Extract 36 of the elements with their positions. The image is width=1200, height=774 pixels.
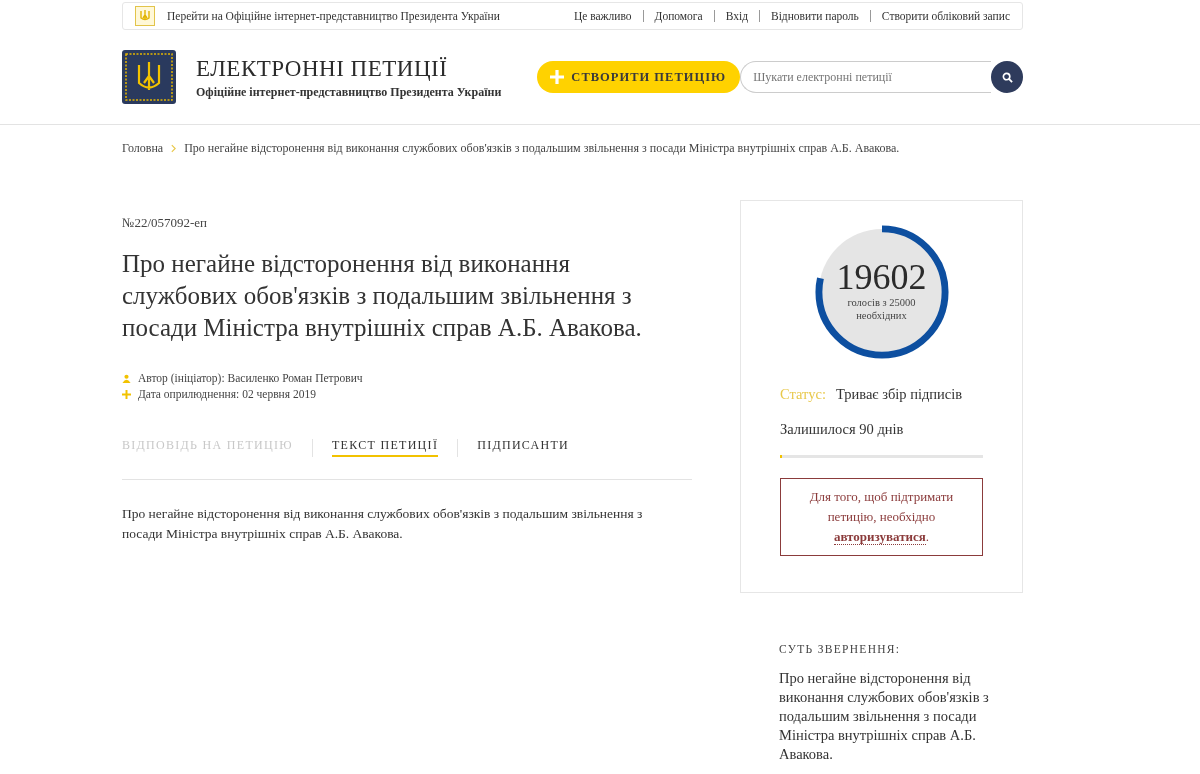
breadcrumb-current: Про негайне відсторонення від виконання службових обов'язків з подальшим звільнення з посади Міністра внутрішніх справ А.Б. Авакова. [184, 141, 900, 156]
votes-caption: голосів з 25000 необхідних [846, 296, 917, 322]
plus-icon [549, 69, 566, 85]
votes-count: 19602 [836, 258, 927, 296]
plus-icon [122, 389, 131, 399]
top-nav-link[interactable]: Допомога [643, 10, 714, 22]
top-nav-link[interactable]: Відновити пароль [760, 10, 870, 22]
top-nav-link[interactable]: Вхід [714, 10, 759, 22]
summary-heading: СУТЬ ЗВЕРНЕННЯ: [779, 643, 902, 655]
petition-number: №22/057092-еп [122, 215, 209, 231]
search-field[interactable]: Шукати електронні петиції [740, 61, 991, 93]
breadcrumb-link[interactable]: Головна [122, 141, 164, 156]
petition-tab[interactable]: ТЕКСТ ПЕТИЦІЇ [331, 438, 439, 457]
site-title: ЕЛЕКТРОННІ ПЕТИЦІЇ [196, 54, 449, 83]
site-subtitle: Офіційне інтернет-представництво Президента України [196, 84, 502, 100]
petition-title: Про негайне відсторонення від виконання службових обов'язків з подальшим звільнення з посади Міністра внутрішніх справ А.Б. Авакова. [122, 249, 643, 343]
trident-logo-icon[interactable] [122, 50, 176, 104]
status-value: Триває збір підписів [835, 386, 963, 403]
top-nav-link[interactable]: Створити обліковий запис [870, 10, 1010, 22]
chevron-icon [171, 144, 177, 153]
top-nav-link[interactable]: Це важливо [562, 10, 643, 22]
author-text: Автор (ініціатор): Василенко Роман Петрович [138, 372, 363, 384]
search-button[interactable] [991, 61, 1023, 93]
search-icon [1001, 71, 1013, 83]
create-petition-button[interactable]: СТВОРИТИ ПЕТИЦІЮ [537, 61, 741, 93]
days-remaining: Залишилося 90 днів [780, 421, 905, 438]
summary-text: Про негайне відсторонення від виконання службових обов'язків з подальшим звільнення з посади Міністра внутрішніх справ А.Б. Авакова. [779, 669, 990, 764]
auth-notice-text: Для того, щоб підтримати петицію, необхідно авторизуватися. [809, 489, 954, 545]
person-icon [122, 373, 131, 383]
login-link[interactable]: авторизуватися [833, 529, 926, 545]
president-site-link[interactable]: Перейти на Офіційне інтернет-представництво Президента України [167, 10, 500, 22]
status-label: Статус: [780, 386, 826, 403]
date-text: Дата оприлюднення: 02 червня 2019 [138, 388, 316, 400]
trident-icon [135, 6, 155, 26]
petition-text: Про негайне відсторонення від виконання службових обов'язків з подальшим звільнення з посади Міністра внутрішніх справ А.Б. Авакова. [122, 505, 644, 543]
petition-tab[interactable]: ПІДПИСАНТИ [477, 438, 570, 457]
